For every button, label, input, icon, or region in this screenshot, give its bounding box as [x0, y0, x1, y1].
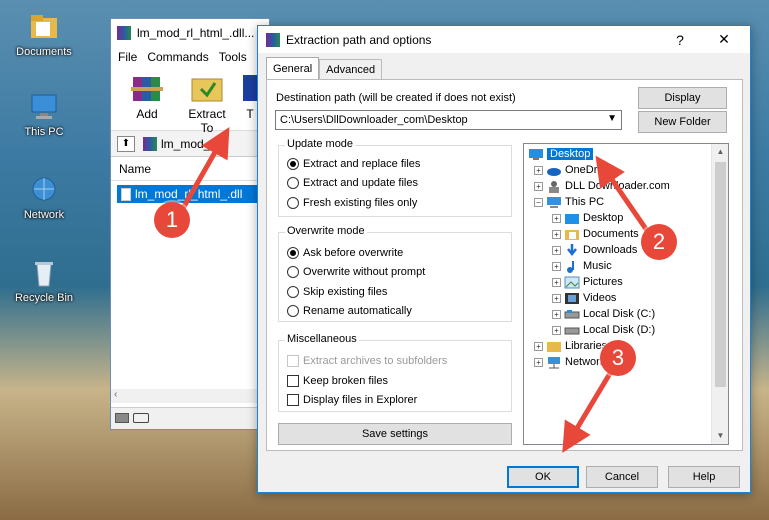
annotation-badge-3: 3	[600, 340, 636, 376]
annotation-badge-1: 1	[154, 202, 190, 238]
arrow-1	[179, 126, 230, 212]
arrow-2	[595, 155, 651, 234]
arrow-3	[562, 368, 615, 453]
annotation-arrows	[179, 126, 651, 453]
annotation-badge-2: 2	[641, 224, 677, 260]
